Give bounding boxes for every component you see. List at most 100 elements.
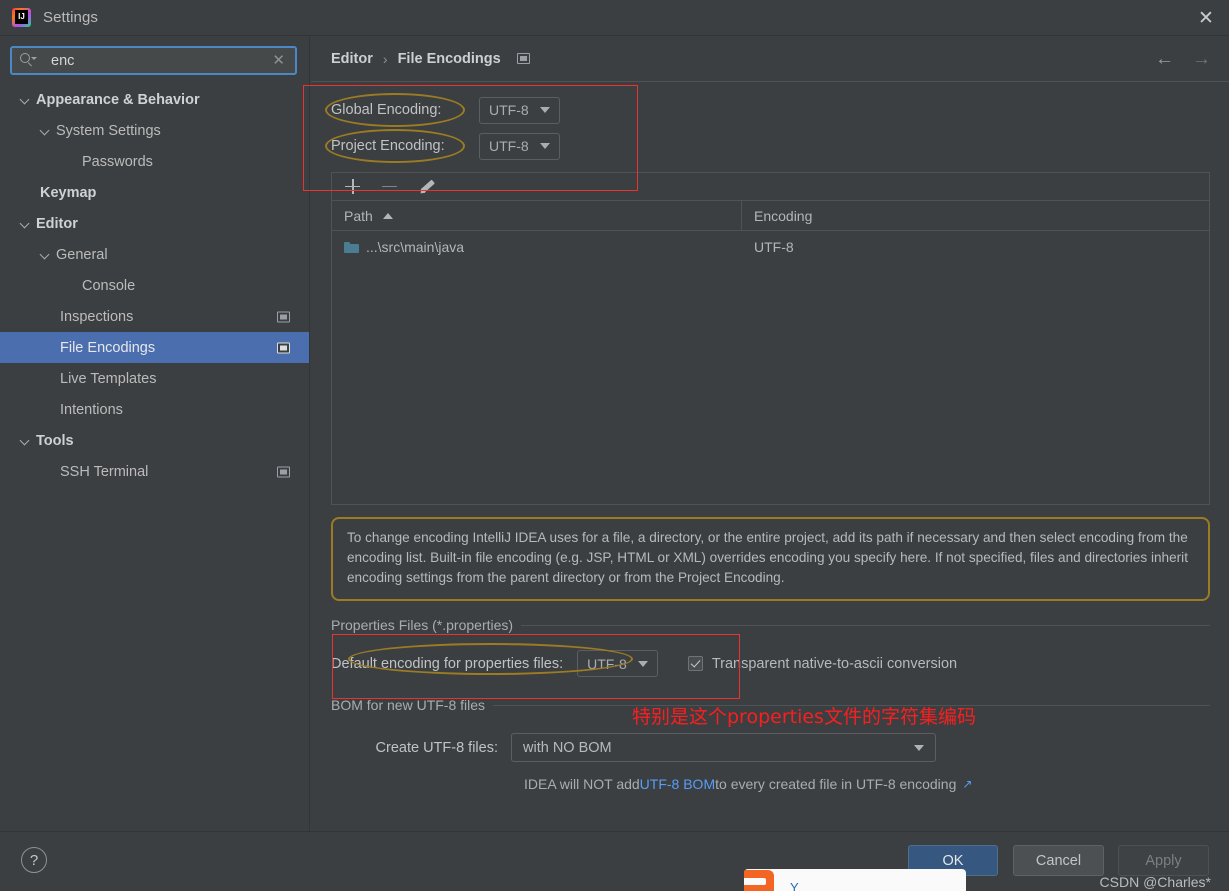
- create-utf8-files-label: Create UTF-8 files:: [375, 739, 498, 756]
- global-encoding-value: UTF-8: [489, 102, 529, 118]
- config-badge-icon: [277, 311, 290, 322]
- column-header-encoding[interactable]: Encoding: [742, 201, 1209, 230]
- project-encoding-label: Project Encoding:: [331, 138, 445, 154]
- back-arrow-icon[interactable]: ←: [1155, 49, 1174, 68]
- project-encoding-row: Project Encoding: UTF-8: [331, 128, 1213, 164]
- sidebar-item-label: SSH Terminal: [60, 463, 149, 480]
- background-popup-peek[interactable]: Y: [744, 869, 966, 891]
- search-input[interactable]: [39, 52, 273, 69]
- properties-group-title: Properties Files (*.properties): [331, 617, 514, 633]
- settings-dialog: Settings ✕ ✕ Appearance & Behavior Syste…: [0, 0, 1229, 891]
- bom-note-link[interactable]: UTF-8 BOM: [640, 776, 715, 792]
- breadcrumb-current: File Encodings: [397, 50, 501, 67]
- transparent-conversion-checkbox-wrapper[interactable]: Transparent native-to-ascii conversion: [687, 655, 958, 672]
- sidebar-item-appearance-behavior[interactable]: Appearance & Behavior: [0, 84, 309, 115]
- sidebar-item-passwords[interactable]: Passwords: [0, 146, 309, 177]
- annotation-chinese-note: 特别是这个properties文件的字符集编码: [632, 706, 976, 728]
- global-encoding-row: Global Encoding: UTF-8: [331, 92, 1213, 128]
- sidebar-item-system-settings[interactable]: System Settings: [0, 115, 309, 146]
- chevron-down-icon: [914, 744, 924, 751]
- cell-encoding: UTF-8: [754, 238, 794, 255]
- bom-note-suffix: to every created file in UTF-8 encoding: [715, 776, 957, 792]
- chevron-down-icon[interactable]: [18, 93, 32, 107]
- properties-files-group: Properties Files (*.properties) Default …: [331, 617, 1210, 677]
- chevron-down-icon[interactable]: [38, 124, 52, 138]
- clear-search-icon[interactable]: ✕: [272, 53, 289, 68]
- sidebar-item-inspections[interactable]: Inspections: [0, 301, 309, 332]
- cell-path-text: ...\src\main\java: [366, 238, 465, 255]
- help-icon[interactable]: ?: [21, 847, 47, 873]
- sort-ascending-icon: [382, 212, 393, 219]
- column-header-path[interactable]: Path: [332, 201, 742, 230]
- transparent-conversion-checkbox[interactable]: [687, 656, 703, 671]
- config-badge-icon: [516, 53, 530, 64]
- chevron-down-icon[interactable]: [18, 434, 32, 448]
- window-title: Settings: [43, 9, 98, 26]
- panel-body: Global Encoding: UTF-8 Project Encoding:…: [311, 82, 1229, 792]
- default-properties-encoding-label: Default encoding for properties files:: [331, 655, 564, 672]
- external-link-icon[interactable]: ↗: [962, 777, 972, 791]
- nav-arrows: ← →: [1155, 49, 1211, 68]
- bom-note-prefix: IDEA will NOT add: [524, 776, 640, 792]
- popup-app-icon: [744, 870, 774, 891]
- sidebar-item-label: Passwords: [82, 153, 153, 170]
- chevron-down-icon: [539, 107, 550, 113]
- info-help-text: To change encoding IntelliJ IDEA uses fo…: [331, 517, 1210, 601]
- default-properties-encoding-dropdown[interactable]: UTF-8: [577, 650, 658, 677]
- sidebar-item-label: System Settings: [56, 122, 161, 139]
- sidebar-item-file-encodings[interactable]: File Encodings: [0, 332, 309, 363]
- properties-group-header: Properties Files (*.properties): [331, 617, 1210, 633]
- breadcrumb: Editor › File Encodings ← →: [311, 36, 1229, 82]
- sidebar-item-general[interactable]: General: [0, 239, 309, 270]
- encodings-table: Path Encoding ...\src\main\java UTF-8: [331, 200, 1210, 505]
- breadcrumb-parent[interactable]: Editor: [331, 51, 373, 67]
- bom-note: IDEA will NOT add UTF-8 BOM to every cre…: [331, 776, 1210, 792]
- global-encoding-label: Global Encoding:: [331, 102, 442, 118]
- close-icon[interactable]: ✕: [1183, 0, 1229, 36]
- sidebar-item-label: Tools: [36, 432, 74, 449]
- sidebar-item-label: File Encodings: [60, 339, 156, 356]
- project-encoding-dropdown[interactable]: UTF-8: [479, 132, 560, 160]
- cancel-button[interactable]: Cancel: [1013, 845, 1104, 876]
- transparent-conversion-label: Transparent native-to-ascii conversion: [711, 655, 958, 672]
- sidebar-item-tools[interactable]: Tools: [0, 425, 309, 456]
- default-properties-encoding-value: UTF-8: [587, 655, 627, 672]
- config-badge-icon: [277, 466, 290, 477]
- sidebar-item-keymap[interactable]: Keymap: [0, 177, 309, 208]
- table-header: Path Encoding: [332, 201, 1209, 231]
- search-icon: [20, 53, 37, 68]
- create-utf8-files-dropdown[interactable]: with NO BOM: [511, 733, 936, 762]
- forward-arrow-icon[interactable]: →: [1192, 49, 1211, 68]
- sidebar-item-label: Appearance & Behavior: [36, 91, 200, 108]
- project-encoding-value: UTF-8: [489, 138, 529, 154]
- sidebar-item-label: Keymap: [40, 184, 97, 201]
- create-utf8-files-value: with NO BOM: [523, 739, 612, 756]
- settings-tree: Appearance & Behavior System Settings Pa…: [0, 84, 309, 487]
- title-bar: Settings ✕: [0, 0, 1229, 36]
- sidebar-item-label: Live Templates: [60, 370, 157, 387]
- chevron-down-icon[interactable]: [38, 248, 52, 262]
- column-header-label: Path: [344, 207, 373, 224]
- global-encoding-dropdown[interactable]: UTF-8: [479, 96, 560, 124]
- create-utf8-files-row: Create UTF-8 files: with NO BOM: [331, 733, 1210, 762]
- sidebar-item-live-templates[interactable]: Live Templates: [0, 363, 309, 394]
- edit-path-icon[interactable]: [418, 178, 435, 195]
- remove-path-icon[interactable]: [381, 178, 398, 195]
- settings-sidebar: ✕ Appearance & Behavior System Settings …: [0, 36, 310, 831]
- table-row[interactable]: ...\src\main\java UTF-8: [332, 231, 1209, 262]
- config-badge-icon: [277, 342, 290, 353]
- folder-icon: [344, 241, 359, 253]
- sidebar-item-ssh-terminal[interactable]: SSH Terminal: [0, 456, 309, 487]
- sidebar-item-editor[interactable]: Editor: [0, 208, 309, 239]
- intellij-idea-logo-icon: [12, 8, 31, 27]
- chevron-down-icon: [637, 660, 648, 667]
- sidebar-item-intentions[interactable]: Intentions: [0, 394, 309, 425]
- sidebar-item-label: Intentions: [60, 401, 123, 418]
- dialog-footer: ? OK Cancel Apply CSDN @Charles*: [0, 831, 1229, 891]
- breadcrumb-separator-icon: ›: [382, 50, 388, 67]
- column-header-label: Encoding: [754, 207, 813, 224]
- sidebar-item-console[interactable]: Console: [0, 270, 309, 301]
- settings-search-box[interactable]: ✕: [10, 46, 297, 75]
- add-path-icon[interactable]: [344, 178, 361, 195]
- chevron-down-icon[interactable]: [18, 217, 32, 231]
